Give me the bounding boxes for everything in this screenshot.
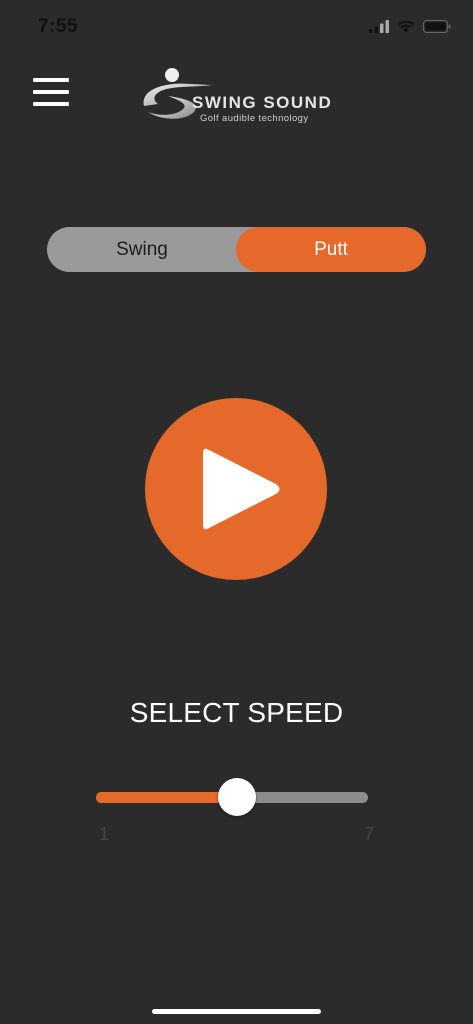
- speed-min-label: 1: [99, 824, 110, 844]
- speed-max-label: 7: [364, 824, 375, 844]
- segment-putt[interactable]: Putt: [236, 227, 426, 272]
- segment-swing[interactable]: Swing: [47, 227, 237, 272]
- swing-sound-logo: SWING SOUND Golf audible technology: [138, 66, 338, 128]
- battery-icon: [423, 20, 451, 38]
- select-speed-title: SELECT SPEED: [129, 697, 344, 728]
- logo-title: SWING SOUND: [192, 93, 333, 112]
- play-button[interactable]: [145, 398, 327, 580]
- status-time: 7:55: [38, 16, 79, 37]
- status-icons: [369, 20, 451, 38]
- logo-subtitle: Golf audible technology: [200, 113, 309, 124]
- mode-segmented-control: Swing Putt: [47, 227, 426, 272]
- wifi-icon: [397, 20, 415, 38]
- play-icon: [203, 448, 280, 530]
- speed-slider[interactable]: [96, 778, 368, 816]
- status-bar: 7:55: [0, 0, 473, 56]
- cellular-signal-icon: [369, 20, 389, 38]
- slider-fill: [96, 792, 238, 803]
- hamburger-menu-icon[interactable]: [33, 78, 69, 108]
- slider-thumb[interactable]: [218, 778, 257, 816]
- home-indicator[interactable]: [152, 1009, 321, 1014]
